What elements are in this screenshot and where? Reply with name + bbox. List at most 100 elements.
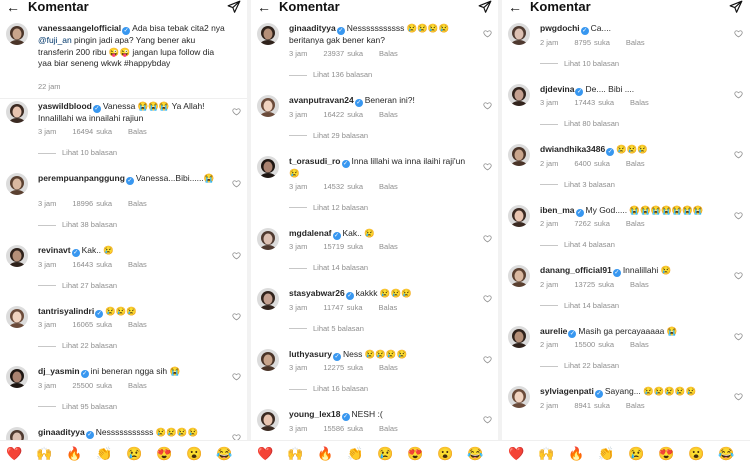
- crying-face-emoji[interactable]: 😢: [377, 446, 393, 462]
- avatar[interactable]: [6, 305, 28, 328]
- reply-button[interactable]: Balas: [128, 199, 147, 208]
- astonished-face-emoji[interactable]: 😮: [437, 446, 453, 462]
- crying-face-emoji[interactable]: 😢: [126, 446, 142, 462]
- avatar[interactable]: [257, 409, 279, 431]
- username-link[interactable]: yaswildblood: [38, 101, 92, 111]
- avatar[interactable]: [257, 155, 279, 178]
- red-heart-emoji[interactable]: ❤️: [508, 446, 524, 462]
- username-link[interactable]: t_orasudi_ro: [289, 156, 341, 166]
- view-replies-button[interactable]: Lihat 10 balasan: [38, 148, 117, 157]
- username-link[interactable]: iben_ma: [540, 205, 575, 215]
- like-heart-icon[interactable]: [734, 90, 743, 99]
- fire-emoji[interactable]: 🔥: [66, 446, 82, 462]
- username-link[interactable]: danang_official91: [540, 265, 612, 275]
- like-heart-icon[interactable]: [734, 392, 743, 401]
- view-replies-button[interactable]: Lihat 4 balasan: [540, 240, 615, 249]
- view-replies-button[interactable]: Lihat 27 balasan: [38, 281, 117, 290]
- view-replies-button[interactable]: Lihat 38 balasan: [38, 220, 117, 229]
- avatar[interactable]: [508, 204, 530, 227]
- reply-button[interactable]: Balas: [379, 424, 398, 433]
- like-heart-icon[interactable]: [483, 415, 492, 424]
- raised-hands-emoji[interactable]: 🙌: [287, 446, 303, 462]
- username-link[interactable]: luthyasury: [289, 349, 332, 359]
- back-arrow-icon[interactable]: ←: [257, 0, 271, 14]
- view-replies-button[interactable]: Lihat 10 balasan: [540, 59, 619, 68]
- avatar[interactable]: [508, 23, 530, 45]
- like-count[interactable]: 16494 suka: [72, 127, 112, 136]
- like-count[interactable]: 15719 suka: [323, 242, 363, 251]
- like-heart-icon[interactable]: [232, 372, 241, 381]
- view-replies-button[interactable]: Lihat 22 balasan: [540, 361, 619, 370]
- reply-button[interactable]: Balas: [379, 182, 398, 191]
- like-heart-icon[interactable]: [483, 101, 492, 110]
- avatar[interactable]: [508, 386, 530, 408]
- avatar[interactable]: [6, 173, 28, 195]
- username-link[interactable]: ginaadityya: [38, 427, 85, 437]
- username-link[interactable]: young_lex18: [289, 409, 341, 419]
- like-count[interactable]: 11747 suka: [323, 303, 362, 312]
- username-link[interactable]: tantrisyalindri: [38, 306, 94, 316]
- like-count[interactable]: 25500 suka: [72, 381, 112, 390]
- back-arrow-icon[interactable]: ←: [508, 0, 522, 14]
- paper-plane-icon[interactable]: [729, 0, 743, 14]
- view-replies-button[interactable]: Lihat 136 balasan: [289, 70, 372, 79]
- avatar[interactable]: [257, 227, 279, 250]
- mention-link[interactable]: @fuji_an: [38, 35, 72, 45]
- view-replies-button[interactable]: Lihat 12 balasan: [289, 203, 368, 212]
- reply-button[interactable]: Balas: [626, 401, 645, 410]
- like-heart-icon[interactable]: [483, 162, 492, 171]
- avatar[interactable]: [6, 101, 28, 123]
- view-replies-button[interactable]: Lihat 3 balasan: [540, 180, 615, 189]
- avatar[interactable]: [257, 95, 279, 117]
- like-count[interactable]: 7262 suka: [574, 219, 610, 228]
- username-link[interactable]: revinavt: [38, 245, 71, 255]
- raised-hands-emoji[interactable]: 🙌: [538, 446, 554, 462]
- clapping-hands-emoji[interactable]: 👏: [598, 446, 614, 462]
- avatar[interactable]: [6, 426, 28, 440]
- reply-button[interactable]: Balas: [630, 98, 649, 107]
- reply-button[interactable]: Balas: [128, 260, 147, 269]
- reply-button[interactable]: Balas: [379, 303, 398, 312]
- reply-button[interactable]: Balas: [379, 242, 398, 251]
- crying-face-emoji[interactable]: 😢: [628, 446, 644, 462]
- like-count[interactable]: 8795 suka: [574, 38, 610, 47]
- view-replies-button[interactable]: Lihat 29 balasan: [289, 131, 368, 140]
- clapping-hands-emoji[interactable]: 👏: [96, 446, 112, 462]
- like-heart-icon[interactable]: [483, 355, 492, 364]
- reply-button[interactable]: Balas: [128, 320, 147, 329]
- tears-of-joy-emoji[interactable]: 😂: [216, 446, 232, 462]
- like-heart-icon[interactable]: [483, 294, 492, 303]
- like-count[interactable]: 15500 suka: [574, 340, 614, 349]
- clapping-hands-emoji[interactable]: 👏: [347, 446, 363, 462]
- heart-eyes-emoji[interactable]: 😍: [658, 446, 674, 462]
- avatar[interactable]: [6, 366, 28, 388]
- astonished-face-emoji[interactable]: 😮: [688, 446, 704, 462]
- like-heart-icon[interactable]: [734, 271, 743, 280]
- like-heart-icon[interactable]: [483, 29, 492, 38]
- username-link[interactable]: dj_yasmin: [38, 366, 80, 376]
- like-heart-icon[interactable]: [734, 211, 743, 220]
- username-link[interactable]: ginaadityya: [289, 23, 336, 33]
- reply-button[interactable]: Balas: [379, 363, 398, 372]
- avatar[interactable]: [508, 325, 530, 348]
- like-heart-icon[interactable]: [232, 312, 241, 321]
- avatar[interactable]: [508, 265, 530, 287]
- username-link[interactable]: perempuanpanggung: [38, 173, 125, 183]
- like-heart-icon[interactable]: [734, 332, 743, 341]
- username-link[interactable]: vanessaangelofficial: [38, 23, 121, 33]
- paper-plane-icon[interactable]: [227, 0, 241, 14]
- like-heart-icon[interactable]: [232, 179, 241, 188]
- like-count[interactable]: 23937 suka: [323, 49, 363, 58]
- like-count[interactable]: 17443 suka: [574, 98, 614, 107]
- like-count[interactable]: 15586 suka: [323, 424, 363, 433]
- red-heart-emoji[interactable]: ❤️: [257, 446, 273, 462]
- raised-hands-emoji[interactable]: 🙌: [36, 446, 52, 462]
- avatar[interactable]: [6, 245, 28, 267]
- avatar[interactable]: [257, 348, 279, 371]
- reply-button[interactable]: Balas: [128, 381, 147, 390]
- avatar[interactable]: [257, 288, 279, 310]
- like-heart-icon[interactable]: [734, 150, 743, 159]
- like-count[interactable]: 16422 suka: [323, 110, 363, 119]
- avatar[interactable]: [6, 23, 28, 45]
- like-count[interactable]: 12275 suka: [323, 363, 363, 372]
